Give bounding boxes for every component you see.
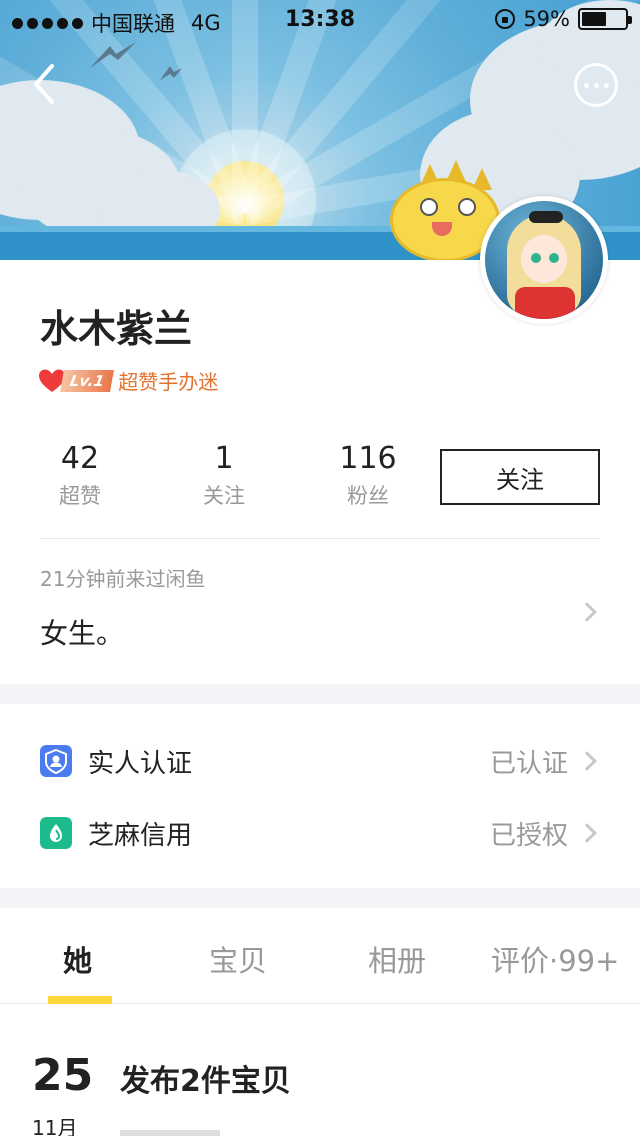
sesame-drop-icon xyxy=(40,817,72,849)
last-seen-text: 21分钟前来过闲鱼 xyxy=(40,567,206,591)
verification-label: 实人认证 xyxy=(88,749,193,779)
chevron-right-icon[interactable] xyxy=(577,602,597,622)
profile-tabs: 她 宝贝 相册 评价·99+ xyxy=(0,908,640,1004)
profile-name: 水木紫兰 xyxy=(40,307,193,351)
status-bar: 中国联通 4G 13:38 59% xyxy=(0,0,640,40)
chevron-right-icon xyxy=(577,751,597,771)
level-badge[interactable]: Lv.1 超赞手办迷 xyxy=(38,366,218,395)
stat-value: 1 xyxy=(214,441,234,476)
tab-album[interactable]: 相册 xyxy=(368,938,426,980)
tab-reviews[interactable]: 评价·99+ xyxy=(491,938,619,980)
feed-date-month: 11月 xyxy=(32,1116,78,1136)
stat-label: 关注 xyxy=(203,484,245,508)
bio-text[interactable]: 女生。 xyxy=(40,612,124,652)
tab-her[interactable]: 她 xyxy=(63,938,92,980)
ellipsis-circle-icon[interactable] xyxy=(574,63,618,107)
stat-following[interactable]: 1 关注 xyxy=(164,440,284,510)
battery-percent: 59% xyxy=(523,7,570,31)
rotation-lock-icon xyxy=(495,9,516,29)
chevron-right-icon xyxy=(577,823,597,843)
badge-text: 超赞手办迷 xyxy=(118,370,219,394)
level-tag: Lv.1 xyxy=(60,369,115,392)
fish-eye xyxy=(420,198,438,216)
feed-title[interactable]: 发布2件宝贝 xyxy=(120,1056,291,1100)
stat-value: 116 xyxy=(339,441,397,476)
follow-button[interactable]: 关注 xyxy=(440,449,600,505)
stat-label: 粉丝 xyxy=(347,484,389,508)
chevron-left-icon[interactable] xyxy=(28,62,68,106)
stat-followers[interactable]: 116 粉丝 xyxy=(308,440,428,510)
person-shield-icon xyxy=(40,745,72,777)
stat-likes[interactable]: 42 超赞 xyxy=(20,440,140,510)
verification-row-sesame-credit[interactable]: 芝麻信用 已授权 xyxy=(0,798,640,868)
battery-icon xyxy=(578,8,632,30)
fish-eye xyxy=(458,198,476,216)
feed-date-day: 25 xyxy=(32,1050,94,1101)
verification-label: 芝麻信用 xyxy=(88,821,193,851)
verification-status: 已授权 xyxy=(489,821,568,851)
section-gap xyxy=(0,888,640,908)
active-tab-indicator xyxy=(48,996,112,1004)
feed-item-preview[interactable] xyxy=(120,1130,220,1136)
avatar[interactable] xyxy=(480,196,608,324)
section-gap xyxy=(0,684,640,704)
verification-row-real-person[interactable]: 实人认证 已认证 xyxy=(0,726,640,796)
verification-status: 已认证 xyxy=(489,749,568,779)
stat-value: 42 xyxy=(60,441,100,476)
bird-icon xyxy=(160,66,182,80)
tab-items[interactable]: 宝贝 xyxy=(209,938,267,980)
divider xyxy=(40,538,600,539)
stat-label: 超赞 xyxy=(59,484,101,508)
bird-icon xyxy=(90,42,136,68)
